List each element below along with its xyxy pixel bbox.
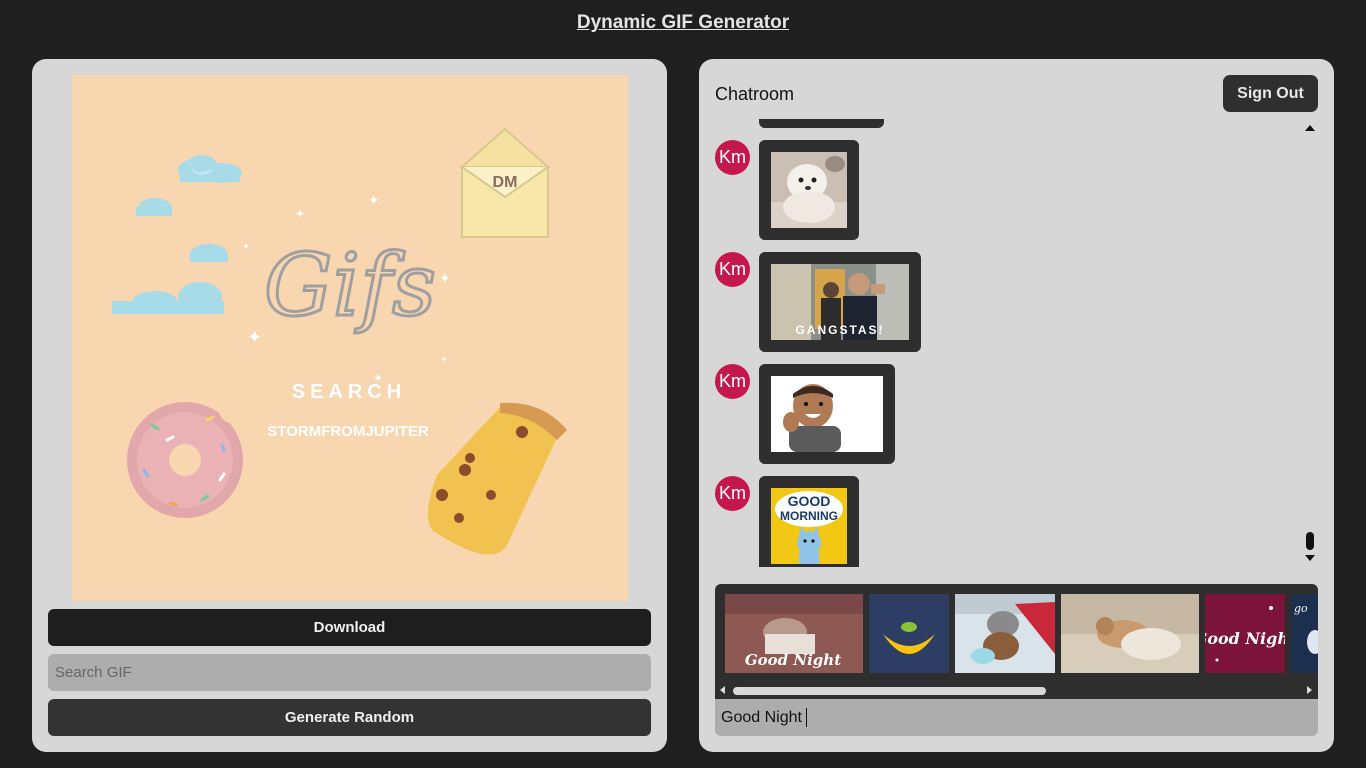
svg-text:✦: ✦ — [368, 192, 380, 208]
message-gif-bubble[interactable] — [759, 140, 859, 240]
gif-preview-image: DM Gifs ✦ ✦ ✦ ✦ ✦ ✦ ✦ SEARCH STORMFROMJUPIT… — [72, 75, 628, 601]
app-title: Dynamic GIF Generator — [576, 12, 790, 33]
horizontal-scrollbar-thumb[interactable] — [733, 687, 1046, 695]
user-avatar: Km — [715, 252, 750, 287]
previous-message-bubble — [759, 119, 884, 128]
scroll-right-arrow-icon[interactable] — [1307, 686, 1312, 694]
scroll-up-arrow-icon[interactable] — [1305, 125, 1315, 131]
message-gif-image — [771, 376, 883, 452]
gif-result-item[interactable] — [1061, 594, 1199, 673]
svg-text:✦: ✦ — [295, 207, 305, 221]
text-cursor — [806, 708, 807, 727]
gif-result-caption: Good Night — [1205, 629, 1285, 648]
message-gif-image — [771, 152, 847, 228]
svg-text:✦: ✦ — [441, 355, 448, 364]
generate-random-button[interactable]: Generate Random — [48, 699, 651, 736]
vertical-scrollbar-thumb[interactable] — [1306, 532, 1314, 550]
user-avatar: Km — [715, 140, 750, 175]
download-button[interactable]: Download — [48, 609, 651, 646]
user-avatar: Km — [715, 476, 750, 511]
message-list[interactable]: Km Km GANGSTAS! Km Km GOOD MORNING — [699, 119, 1334, 567]
svg-text:✦: ✦ — [242, 242, 250, 253]
message-gif-bubble[interactable] — [759, 364, 895, 464]
gif-result-item[interactable]: Good Night — [725, 594, 863, 673]
gif-result-item[interactable] — [955, 594, 1055, 673]
sign-out-button[interactable]: Sign Out — [1223, 75, 1318, 112]
gif-result-item[interactable] — [869, 594, 949, 673]
message-gif-image: GOOD MORNING — [771, 488, 847, 564]
message-gif-bubble[interactable]: GOOD MORNING — [759, 476, 859, 567]
scroll-down-arrow-icon[interactable] — [1305, 555, 1315, 561]
gif-caption-line1: GOOD — [788, 493, 831, 509]
svg-text:✦: ✦ — [439, 270, 451, 286]
gif-search-text: SEARCH — [292, 381, 406, 403]
gif-handle-text: STORMFROMJUPITER — [267, 423, 429, 440]
gif-result-item[interactable]: go — [1291, 594, 1318, 673]
search-gif-input[interactable] — [48, 654, 651, 691]
gif-result-caption: go — [1294, 602, 1308, 615]
gif-caption-text: GANGSTAS! — [795, 323, 884, 337]
gif-result-item[interactable]: Good Night — [1205, 594, 1285, 673]
message-gif-bubble[interactable]: GANGSTAS! — [759, 252, 921, 352]
gif-results-strip[interactable]: Good Night ood Nig go — [715, 584, 1318, 699]
gif-result-caption: Good Night — [745, 651, 841, 669]
chatroom-title: Chatroom — [715, 84, 795, 104]
chatroom-panel: Chatroom Sign Out Km Km GANGSTAS! Km Km … — [699, 59, 1334, 752]
svg-text:✦: ✦ — [247, 327, 262, 347]
generator-panel: DM Gifs ✦ ✦ ✦ ✦ ✦ ✦ ✦ SEARCH STORMFROMJUPIT… — [32, 59, 667, 752]
user-avatar: Km — [715, 364, 750, 399]
gif-caption-line2: MORNING — [780, 509, 838, 523]
scroll-left-arrow-icon[interactable] — [720, 686, 725, 694]
gif-script-text: Gifs — [264, 236, 436, 336]
envelope-dm-text: DM — [493, 174, 518, 191]
message-gif-image: GANGSTAS! — [771, 264, 909, 340]
